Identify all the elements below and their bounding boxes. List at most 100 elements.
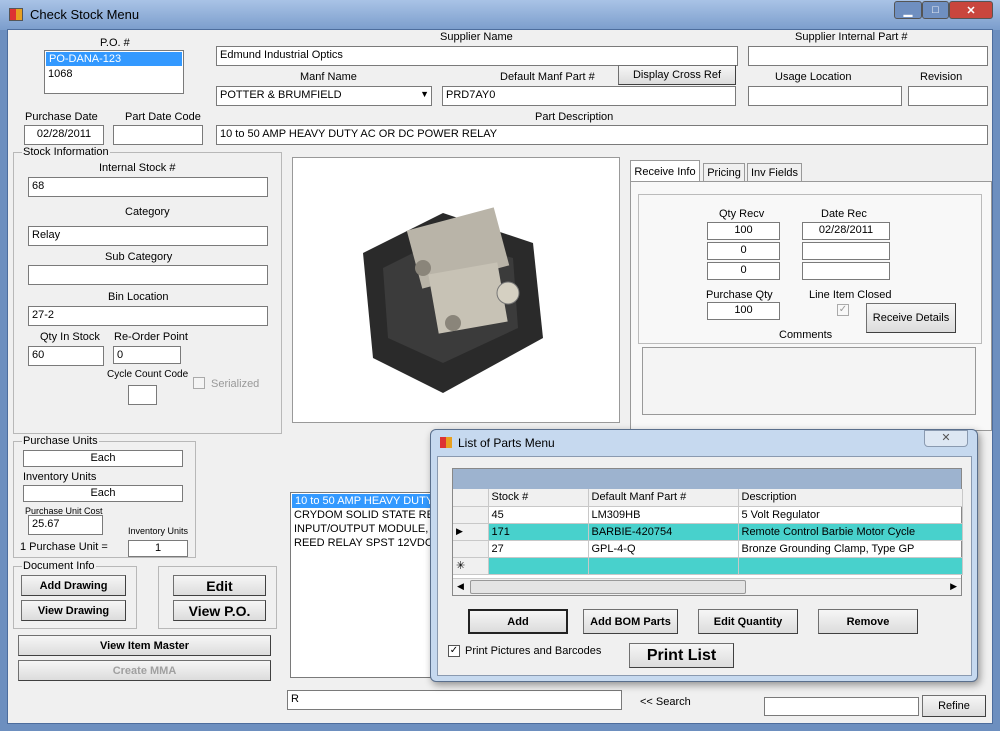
part-date-code-input[interactable]: [113, 125, 203, 145]
manf-select[interactable]: POTTER & BRUMFIELD ▼: [216, 86, 432, 106]
internal-stock-input[interactable]: 68: [28, 177, 268, 197]
receive-details-button[interactable]: Receive Details: [866, 303, 956, 333]
minimize-button[interactable]: ▁: [894, 1, 922, 19]
add-bom-parts-button[interactable]: Add BOM Parts: [583, 609, 678, 634]
chevron-down-icon[interactable]: ▼: [420, 89, 429, 99]
add-button[interactable]: Add: [468, 609, 568, 634]
display-cross-ref-button[interactable]: Display Cross Ref: [618, 65, 736, 85]
sub-category-input[interactable]: [28, 265, 268, 285]
column-header[interactable]: Default Manf Part #: [588, 489, 739, 507]
qty-in-stock-input[interactable]: 60: [28, 346, 104, 366]
internal-stock-label: Internal Stock #: [99, 162, 176, 174]
purchase-qty-input[interactable]: 100: [707, 302, 780, 320]
table-row[interactable]: 27 GPL-4-Q Bronze Grounding Clamp, Type GP: [453, 540, 963, 558]
edit-button[interactable]: Edit: [173, 575, 266, 596]
grid-cell[interactable]: BARBIE-420754: [588, 523, 739, 541]
date-rec-input[interactable]: 02/28/2011: [802, 222, 890, 240]
po-list[interactable]: PO-DANA-123 1068: [44, 50, 184, 94]
qty-recv-input[interactable]: 0: [707, 242, 780, 260]
grid-cell[interactable]: [453, 489, 489, 507]
column-header[interactable]: Stock #: [488, 489, 589, 507]
bin-location-input[interactable]: 27-2: [28, 306, 268, 326]
maximize-button[interactable]: □: [922, 1, 949, 19]
grid-cell[interactable]: 27: [488, 540, 589, 558]
purchase-qty-label: Purchase Qty: [706, 289, 773, 301]
view-po-button[interactable]: View P.O.: [173, 600, 266, 621]
inventory-units-small-label: Inventory Units: [128, 526, 189, 536]
search-input[interactable]: R: [287, 690, 622, 710]
manf-part-input[interactable]: PRD7AY0: [442, 86, 736, 106]
supplier-part-input[interactable]: [748, 46, 988, 66]
refine-input[interactable]: [764, 697, 919, 716]
part-image: [292, 157, 620, 423]
print-list-button[interactable]: Print List: [629, 643, 734, 668]
scroll-left-icon: ◀: [457, 581, 464, 591]
parts-grid[interactable]: Stock # Default Manf Part # Description 45…: [452, 468, 963, 596]
po-item[interactable]: PO-DANA-123: [46, 52, 182, 66]
qty-recv-label: Qty Recv: [719, 208, 765, 220]
print-pictures-checkbox[interactable]: ✓: [448, 645, 460, 657]
grid-cell[interactable]: [738, 557, 963, 575]
table-row[interactable]: ▶ 171 BARBIE-420754 Remote Control Barbie M…: [453, 523, 963, 541]
purchase-date-input[interactable]: 02/28/2011: [24, 125, 104, 145]
window-title: Check Stock Menu: [30, 7, 140, 22]
column-header[interactable]: Description: [738, 489, 963, 507]
new-row[interactable]: ✳: [453, 557, 963, 575]
qty-in-stock-label: Qty In Stock: [40, 331, 100, 343]
grid-cell[interactable]: GPL-4-Q: [588, 540, 739, 558]
purchase-units-input[interactable]: Each: [23, 450, 183, 467]
dialog-close-button[interactable]: ✕: [924, 430, 968, 447]
line-item-closed-checkbox[interactable]: ✓: [837, 304, 849, 316]
grid-cell[interactable]: [453, 506, 489, 524]
grid-cell[interactable]: 45: [488, 506, 589, 524]
grid-cell[interactable]: LM309HB: [588, 506, 739, 524]
qty-recv-input[interactable]: 100: [707, 222, 780, 240]
revision-input[interactable]: [908, 86, 988, 106]
close-button[interactable]: ✕: [949, 1, 993, 19]
serialized-checkbox[interactable]: [193, 377, 205, 389]
date-rec-label: Date Rec: [821, 208, 867, 220]
table-row[interactable]: 45 LM309HB 5 Volt Regulator: [453, 506, 963, 524]
edit-quantity-button[interactable]: Edit Quantity: [698, 609, 798, 634]
tab-inv-fields[interactable]: Inv Fields: [747, 163, 802, 182]
horizontal-scrollbar[interactable]: ◀ ▶: [453, 578, 961, 595]
usage-location-input[interactable]: [748, 86, 902, 106]
grid-cell[interactable]: Bronze Grounding Clamp, Type GP: [738, 540, 963, 558]
dialog-title: List of Parts Menu: [458, 436, 555, 450]
po-item[interactable]: 1068: [45, 67, 183, 81]
remove-button[interactable]: Remove: [818, 609, 918, 634]
cycle-count-input[interactable]: [128, 385, 157, 405]
inventory-units-input[interactable]: Each: [23, 485, 183, 502]
view-item-master-button[interactable]: View Item Master: [18, 635, 271, 656]
supplier-part-label: Supplier Internal Part #: [795, 31, 908, 43]
comments-input[interactable]: [642, 347, 976, 415]
part-date-code-label: Part Date Code: [125, 111, 201, 123]
grid-cell[interactable]: Remote Control Barbie Motor Cycle: [738, 523, 963, 541]
add-drawing-button[interactable]: Add Drawing: [21, 575, 126, 596]
refine-button[interactable]: Refine: [922, 695, 986, 717]
row-pointer-icon: ▶: [453, 523, 489, 541]
grid-cell[interactable]: [453, 540, 489, 558]
qty-recv-input[interactable]: 0: [707, 262, 780, 280]
date-rec-input[interactable]: [802, 262, 890, 280]
date-rec-input[interactable]: [802, 242, 890, 260]
tab-pricing[interactable]: Pricing: [703, 163, 745, 182]
tab-receive-info[interactable]: Receive Info: [630, 160, 700, 182]
purchase-unit-eq-input[interactable]: 1: [128, 540, 188, 557]
category-input[interactable]: Relay: [28, 226, 268, 246]
view-drawing-button[interactable]: View Drawing: [21, 600, 126, 621]
grid-cell[interactable]: [488, 557, 589, 575]
dialog-icon: [440, 437, 452, 448]
grid-cell[interactable]: 5 Volt Regulator: [738, 506, 963, 524]
supplier-input[interactable]: Edmund Industrial Optics: [216, 46, 738, 66]
purchase-unit-cost-input[interactable]: 25.67: [28, 515, 103, 535]
part-description-input[interactable]: 10 to 50 AMP HEAVY DUTY AC OR DC POWER R…: [216, 125, 988, 145]
purchase-unit-eq-label: 1 Purchase Unit =: [20, 541, 108, 553]
scrollbar-thumb[interactable]: [470, 580, 746, 594]
purchase-date-label: Purchase Date: [25, 111, 98, 123]
reorder-input[interactable]: 0: [113, 346, 181, 364]
grid-cell[interactable]: 171: [488, 523, 589, 541]
stock-info-title: Stock Information: [22, 146, 110, 158]
po-label: P.O. #: [100, 37, 130, 49]
grid-cell[interactable]: [588, 557, 739, 575]
